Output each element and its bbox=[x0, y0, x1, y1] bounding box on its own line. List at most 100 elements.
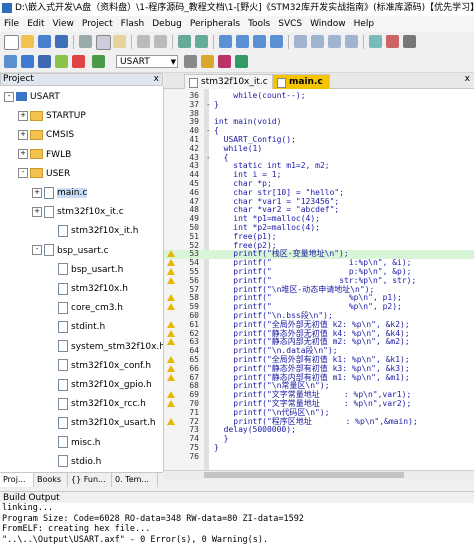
tab-functions[interactable]: {} Fun... bbox=[68, 473, 112, 487]
prev-bookmark-icon[interactable] bbox=[236, 35, 249, 48]
next-bookmark-icon[interactable] bbox=[253, 35, 266, 48]
tree-file[interactable]: stm32f10x_gpio.h bbox=[46, 378, 152, 392]
editor-horizontal-scrollbar[interactable] bbox=[164, 470, 474, 479]
code-line[interactable]: 74 } bbox=[164, 435, 474, 444]
tree-folder[interactable]: + FWLB bbox=[18, 148, 71, 162]
save-all-icon[interactable] bbox=[55, 35, 68, 48]
menu-window[interactable]: Window bbox=[306, 16, 350, 32]
expand-icon[interactable]: + bbox=[18, 129, 28, 140]
tree-file[interactable]: stm32f10x_it.h bbox=[46, 224, 138, 238]
code-line[interactable]: 40-{ bbox=[164, 127, 474, 136]
tree-folder[interactable]: + STARTUP bbox=[18, 109, 86, 123]
code-line[interactable]: 37-} bbox=[164, 100, 474, 110]
tab-templates[interactable]: 0. Tem... bbox=[112, 473, 158, 487]
tree-file[interactable]: misc.h bbox=[46, 436, 100, 450]
close-tab-icon[interactable]: x bbox=[465, 74, 470, 84]
collapse-icon[interactable]: - bbox=[18, 168, 28, 179]
open-folder-icon[interactable] bbox=[21, 35, 34, 48]
menu-help[interactable]: Help bbox=[350, 16, 379, 32]
target-select[interactable]: USART ▼ bbox=[116, 55, 178, 68]
collapse-icon[interactable]: - bbox=[32, 245, 42, 256]
menu-peripherals[interactable]: Peripherals bbox=[186, 16, 244, 32]
collapse-icon[interactable]: - bbox=[4, 91, 14, 102]
tab-project[interactable]: Proj... bbox=[0, 473, 34, 487]
manage-packs-icon[interactable] bbox=[218, 55, 231, 68]
tree-file[interactable]: + main.c bbox=[32, 186, 88, 200]
menu-edit[interactable]: Edit bbox=[23, 16, 48, 32]
expand-icon[interactable]: + bbox=[18, 110, 28, 121]
code-line[interactable]: 72 printf("程序区地址 : %p\n",&main); bbox=[164, 417, 474, 427]
code-line[interactable]: 44 int i = 1; bbox=[164, 171, 474, 180]
code-line[interactable]: 76 bbox=[164, 452, 474, 462]
fold-marker-icon[interactable]: - bbox=[206, 127, 211, 136]
code-line[interactable]: 50 int *p2=malloc(4); bbox=[164, 223, 474, 233]
menu-debug[interactable]: Debug bbox=[148, 16, 186, 32]
save-icon[interactable] bbox=[38, 35, 51, 48]
paste-icon[interactable] bbox=[113, 35, 126, 48]
navigate-back-icon[interactable] bbox=[178, 35, 191, 48]
unindent-icon[interactable] bbox=[311, 35, 324, 48]
tree-folder[interactable]: - USER bbox=[18, 167, 70, 181]
code-line[interactable]: 38 bbox=[164, 109, 474, 119]
tree-file[interactable]: + stm32f10x_it.c bbox=[32, 205, 124, 219]
menu-svcs[interactable]: SVCS bbox=[274, 16, 306, 32]
tree-file[interactable]: stdio.h bbox=[46, 455, 101, 469]
redo-icon[interactable] bbox=[154, 35, 167, 48]
expand-icon[interactable]: + bbox=[32, 206, 42, 217]
fold-marker-icon[interactable]: - bbox=[206, 153, 211, 163]
rebuild-icon[interactable] bbox=[38, 55, 51, 68]
code-line[interactable]: 41 USART_Config(); bbox=[164, 135, 474, 145]
cut-icon[interactable] bbox=[79, 35, 92, 48]
download-icon[interactable] bbox=[92, 55, 105, 68]
code-line[interactable]: 75} bbox=[164, 443, 474, 453]
target-options-icon[interactable] bbox=[184, 55, 197, 68]
debug-session-icon[interactable] bbox=[386, 35, 399, 48]
code-line[interactable]: 51 free(p1); bbox=[164, 232, 474, 242]
close-icon[interactable]: x bbox=[154, 74, 159, 85]
stop-build-icon[interactable] bbox=[72, 55, 85, 68]
tree-file[interactable]: stdint.h bbox=[46, 320, 105, 334]
batch-build-icon[interactable] bbox=[55, 55, 68, 68]
scrollbar-thumb[interactable] bbox=[204, 472, 404, 478]
tree-file[interactable]: stm32f10x_rcc.h bbox=[46, 397, 146, 411]
navigate-forward-icon[interactable] bbox=[195, 35, 208, 48]
copy-icon[interactable] bbox=[96, 35, 111, 50]
undo-icon[interactable] bbox=[137, 35, 150, 48]
run-time-environment-icon[interactable] bbox=[235, 55, 248, 68]
comment-icon[interactable] bbox=[328, 35, 341, 48]
tree-file[interactable]: - bsp_usart.c bbox=[32, 244, 109, 258]
tree-file[interactable]: bsp_usart.h bbox=[46, 263, 123, 277]
bookmark-icon[interactable] bbox=[219, 35, 232, 48]
compile-icon[interactable] bbox=[4, 55, 17, 68]
editor-tab-stm32f10x-it-c[interactable]: stm32f10x_it.c bbox=[184, 74, 275, 89]
expand-icon[interactable]: + bbox=[18, 149, 28, 160]
build-icon[interactable] bbox=[21, 55, 34, 68]
menu-file[interactable]: File bbox=[0, 16, 23, 32]
menu-flash[interactable]: Flash bbox=[117, 16, 149, 32]
menu-tools[interactable]: Tools bbox=[244, 16, 274, 32]
tree-file[interactable]: system_stm32f10x.h bbox=[46, 340, 163, 354]
code-editor[interactable]: 36 while(count--); 37-} 38 39 int main(void)… bbox=[164, 89, 474, 470]
tree-file[interactable]: core_cm3.h bbox=[46, 301, 123, 315]
tree-file[interactable]: stm32f10x.h bbox=[46, 282, 128, 296]
tree-item-label: bsp_usart.c bbox=[57, 245, 109, 256]
configure-icon[interactable] bbox=[403, 35, 416, 48]
code-line[interactable]: 43 static int m1=2, m2; bbox=[164, 162, 474, 171]
tree-file[interactable]: stm32f10x_conf.h bbox=[46, 359, 151, 373]
indent-icon[interactable] bbox=[294, 35, 307, 48]
tab-books[interactable]: Books bbox=[34, 473, 68, 487]
clear-bookmarks-icon[interactable] bbox=[270, 35, 283, 48]
fold-marker-icon[interactable]: - bbox=[206, 100, 211, 110]
tree-folder[interactable]: - USART bbox=[4, 90, 60, 104]
tree-folder[interactable]: + CMSIS bbox=[18, 128, 74, 142]
new-file-icon[interactable] bbox=[4, 35, 19, 50]
tree-file[interactable]: stm32f10x_usart.h bbox=[46, 416, 156, 430]
uncomment-icon[interactable] bbox=[345, 35, 358, 48]
menu-view[interactable]: View bbox=[49, 16, 78, 32]
expand-icon[interactable]: + bbox=[32, 187, 42, 198]
menu-project[interactable]: Project bbox=[78, 16, 117, 32]
find-in-files-icon[interactable] bbox=[369, 35, 382, 48]
editor-tab-main-c[interactable]: main.c bbox=[272, 74, 330, 89]
code-line[interactable]: 73 delay(5000000); bbox=[164, 426, 474, 435]
file-extensions-icon[interactable] bbox=[201, 55, 214, 68]
